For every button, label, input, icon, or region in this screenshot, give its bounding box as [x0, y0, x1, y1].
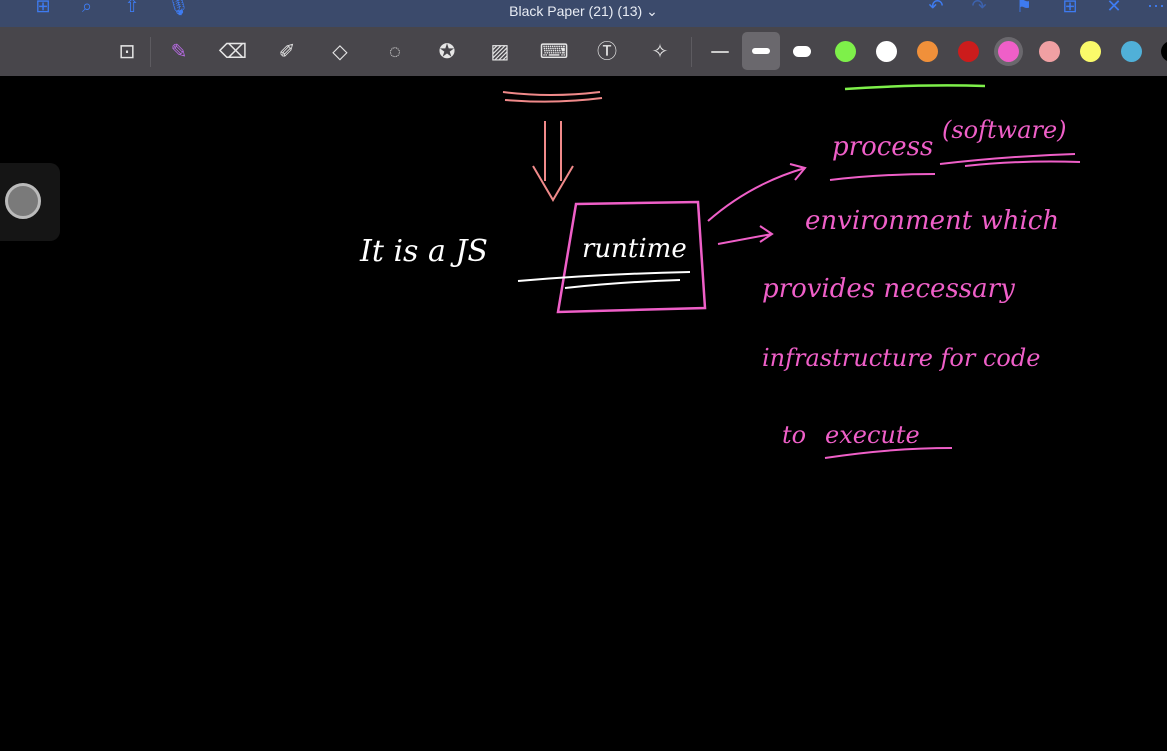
eraser-icon[interactable]: ⌫: [218, 37, 248, 67]
color-red[interactable]: [958, 41, 979, 62]
top-bar: ⊞ ⌕ ⇧ 🎙 Black Paper (21) (13) ⌄ ↶ ↷ ⚑ ⊞ …: [0, 0, 1167, 27]
note-text-execute: execute: [825, 421, 920, 449]
lasso-icon[interactable]: ◌: [380, 37, 410, 67]
pen-icon[interactable]: ✎: [164, 37, 194, 67]
color-orange[interactable]: [917, 41, 938, 62]
note-text-to: to: [782, 421, 807, 449]
note-text-line3: infrastructure for code: [762, 344, 1041, 372]
color-pink-selected[interactable]: [998, 41, 1019, 62]
document-title[interactable]: Black Paper (21) (13) ⌄: [0, 3, 1167, 20]
note-text-main: It is a JS: [360, 234, 488, 269]
sticker-icon[interactable]: ✪: [432, 37, 462, 67]
stroke-thin[interactable]: [705, 37, 735, 67]
more-icon[interactable]: ⋯: [1145, 0, 1167, 18]
color-blue[interactable]: [1121, 41, 1142, 62]
keyboard-icon[interactable]: ⌨: [539, 37, 569, 67]
floating-scroll-handle[interactable]: [0, 163, 60, 241]
redo-icon[interactable]: ↷: [968, 0, 990, 18]
note-text-runtime: runtime: [582, 234, 687, 264]
image-icon[interactable]: ▨: [485, 37, 515, 67]
note-text-line1: environment which: [805, 206, 1060, 236]
note-canvas[interactable]: It is a JS runtime process (software) en…: [0, 76, 1167, 751]
stroke-thick[interactable]: [787, 37, 817, 67]
shapes-icon[interactable]: ◇: [325, 37, 355, 67]
note-text-software: (software): [942, 116, 1067, 144]
color-green[interactable]: [835, 41, 856, 62]
toolbar: ⊡ ✎ ⌫ ✐ ◇ ◌ ✪ ▨ ⌨ Ⓣ ✧: [0, 27, 1167, 76]
close-icon[interactable]: ✕: [1103, 0, 1125, 18]
undo-icon[interactable]: ↶: [925, 0, 947, 18]
color-light-pink[interactable]: [1039, 41, 1060, 62]
ink-strokes: [502, 84, 1081, 459]
zoom-window-icon[interactable]: ⊡: [112, 37, 142, 67]
bookmark-icon[interactable]: ⚑: [1013, 0, 1035, 18]
highlighter-icon[interactable]: ✐: [272, 37, 302, 67]
color-black[interactable]: [1161, 41, 1167, 62]
color-white[interactable]: [876, 41, 897, 62]
note-text-process: process: [832, 132, 934, 162]
laser-pointer-icon[interactable]: ✧: [645, 37, 675, 67]
color-yellow[interactable]: [1080, 41, 1101, 62]
stroke-medium[interactable]: [742, 32, 780, 70]
note-text-line2: provides necessary: [762, 274, 1015, 304]
text-box-icon[interactable]: Ⓣ: [592, 37, 622, 67]
add-page-icon[interactable]: ⊞: [1059, 0, 1081, 18]
